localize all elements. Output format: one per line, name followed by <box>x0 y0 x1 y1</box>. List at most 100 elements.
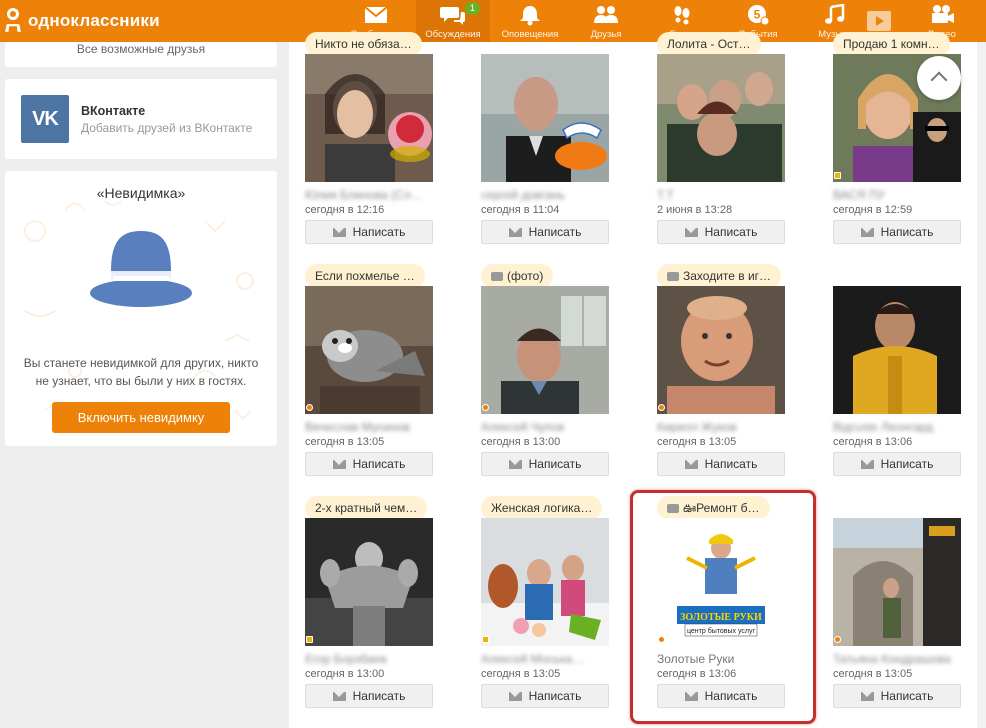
guest-card: Никто не обяза… Юлия Блинова (Сл… сегодн… <box>305 32 433 262</box>
guest-photo[interactable]: ЗОЛОТЫЕ РУКИ центр бытовых услуг <box>657 518 785 646</box>
vk-subtitle: Добавить друзей из ВКонтакте <box>81 121 253 135</box>
write-message-button[interactable]: Написать <box>481 452 609 476</box>
write-message-button[interactable]: Написать <box>657 684 785 708</box>
music-note-icon <box>822 3 848 26</box>
envelope-icon <box>684 459 698 469</box>
write-message-button[interactable]: Написать <box>657 452 785 476</box>
invisible-description: Вы станете невидимкой для других, никто … <box>15 354 267 390</box>
visit-time: сегодня в 13:06 <box>657 668 737 680</box>
envelope-icon <box>508 459 522 469</box>
guest-photo[interactable] <box>833 518 961 646</box>
guest-card: Заходите в иг… Кирилл Жуков сегодня в 13… <box>657 264 785 494</box>
site-logo[interactable]: одноклассники <box>4 8 160 34</box>
guest-name[interactable]: Відгuste Леонгард <box>833 420 933 434</box>
guest-photo[interactable] <box>657 286 785 414</box>
guest-photo[interactable] <box>481 518 609 646</box>
visit-time: сегодня в 13:00 <box>481 436 561 448</box>
status-bubble[interactable]: Женская логика… <box>481 496 603 520</box>
write-label: Написать <box>880 457 934 471</box>
scroll-up-button[interactable] <box>917 56 961 100</box>
write-message-button[interactable]: Написать <box>833 684 961 708</box>
status-bubble[interactable]: Если похмелье … <box>305 264 425 288</box>
vk-title: ВКонтакте <box>81 104 146 118</box>
guest-name[interactable]: Золотые Руки <box>657 652 734 666</box>
guest-name[interactable]: Егор Борзбаев <box>305 652 387 666</box>
visit-time: сегодня в 13:06 <box>833 436 913 448</box>
camera-icon <box>491 272 503 281</box>
write-label: Написать <box>528 689 582 703</box>
ok-logo-icon <box>4 8 22 34</box>
svg-text:5: 5 <box>754 8 761 22</box>
guest-name[interactable]: Алексей Чупов <box>481 420 564 434</box>
write-message-button[interactable]: Написать <box>481 684 609 708</box>
online-status-icon <box>658 404 665 411</box>
guest-photo[interactable] <box>481 54 609 182</box>
guest-name[interactable]: Татьяна Кондрашова <box>833 652 951 666</box>
write-message-button[interactable]: Написать <box>305 684 433 708</box>
status-bubble[interactable]: (фото) <box>481 264 554 288</box>
write-label: Написать <box>528 225 582 239</box>
visit-time: 2 июня в 13:28 <box>657 204 733 216</box>
video-camera-icon <box>929 4 955 26</box>
enable-invisible-button[interactable]: Включить невидимку <box>52 402 230 433</box>
scrollbar[interactable] <box>977 42 986 728</box>
guest-card: Лолита - Ост… Т.Т 2 июня в 13:28 Написат… <box>657 32 785 262</box>
events-icon: 5 <box>745 4 771 26</box>
write-label: Написать <box>352 225 406 239</box>
guest-name[interactable]: Кирилл Жуков <box>657 420 737 434</box>
camera-icon <box>667 504 679 513</box>
hat-icon <box>90 231 192 307</box>
bell-icon <box>517 4 543 26</box>
possible-friends-link[interactable]: Все возможные друзья <box>5 42 277 56</box>
status-bubble[interactable]: Никто не обяза… <box>305 32 422 56</box>
guest-name[interactable]: Т.Т <box>657 188 674 202</box>
guest-name[interactable]: ВАСЯ ПУ <box>833 188 885 202</box>
envelope-icon <box>508 691 522 701</box>
envelope-icon <box>332 459 346 469</box>
write-message-button[interactable]: Написать <box>305 220 433 244</box>
write-label: Написать <box>880 689 934 703</box>
guest-photo[interactable] <box>305 54 433 182</box>
write-message-button[interactable]: Написать <box>481 220 609 244</box>
write-label: Написать <box>704 225 758 239</box>
envelope-icon <box>860 691 874 701</box>
mobile-status-icon <box>306 636 313 643</box>
guest-name[interactable]: Юлия Блинова (Сл… <box>305 188 423 202</box>
guest-photo[interactable] <box>305 518 433 646</box>
guest-photo[interactable] <box>305 286 433 414</box>
guest-card: Відгuste Леонгард сегодня в 13:06 Написа… <box>833 264 961 494</box>
guest-card: сергей довгань сегодня в 11:04 Написать <box>481 32 609 262</box>
visit-time: сегодня в 13:00 <box>305 668 385 680</box>
write-label: Написать <box>528 457 582 471</box>
status-bubble[interactable]: Лолита - Ост… <box>657 32 761 56</box>
online-status-icon <box>658 636 665 643</box>
guest-card: 2-х кратный чем… Егор Борзбаев сегодня в… <box>305 496 433 726</box>
guest-photo[interactable] <box>833 286 961 414</box>
write-message-button[interactable]: Написать <box>305 452 433 476</box>
write-message-button[interactable]: Написать <box>657 220 785 244</box>
visit-time: сегодня в 12:16 <box>305 204 385 216</box>
status-bubble[interactable]: Продаю 1 комн… <box>833 32 950 56</box>
status-bubble[interactable]: Заходите в иг… <box>657 264 782 288</box>
visit-time: сегодня в 13:05 <box>833 668 913 680</box>
write-message-button[interactable]: Написать <box>833 452 961 476</box>
envelope-icon <box>332 227 346 237</box>
guest-card: Татьяна Кондрашова сегодня в 13:05 Напис… <box>833 496 961 726</box>
envelope-icon <box>332 691 346 701</box>
status-bubble[interactable]: ఊРемонт б… <box>657 496 770 520</box>
guest-name[interactable]: Вячеслав Мусинов <box>305 420 410 434</box>
invisible-title: «Невидимка» <box>96 185 186 201</box>
guest-photo[interactable] <box>481 286 609 414</box>
vk-import-card[interactable]: VK ВКонтакте Добавить друзей из ВКонтакт… <box>5 79 277 159</box>
envelope-icon <box>684 227 698 237</box>
notification-badge: 1 <box>464 2 480 15</box>
write-message-button[interactable]: Написать <box>833 220 961 244</box>
write-label: Написать <box>352 457 406 471</box>
guest-name[interactable]: сергей довгань <box>481 188 565 202</box>
guest-name[interactable]: Алексей Моська… <box>481 652 584 666</box>
status-bubble[interactable]: 2-х кратный чем… <box>305 496 428 520</box>
guest-card: Женская логика… Алексей Моська… сегодня … <box>481 496 609 726</box>
gamepad-icon <box>667 272 679 281</box>
invisible-mode-card: «Невидимка» Вы станете невидимкой для др… <box>5 171 277 446</box>
guest-photo[interactable] <box>657 54 785 182</box>
